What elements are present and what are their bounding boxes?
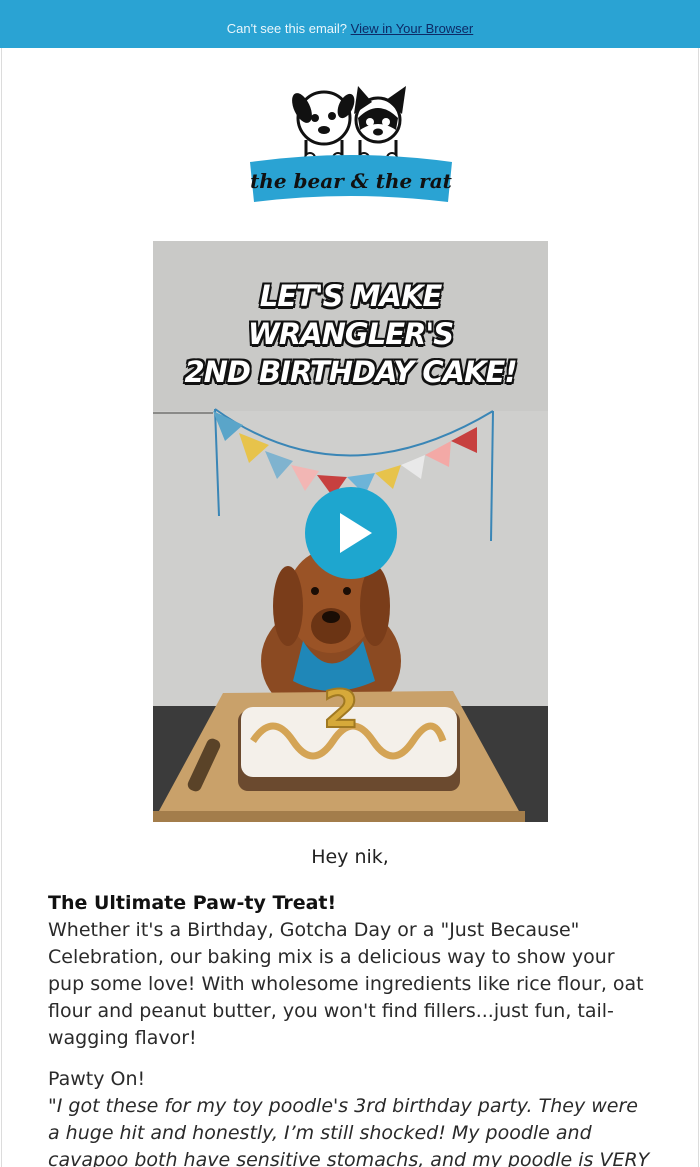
body-paragraph: Whether it's a Birthday, Gotcha Day or a… (48, 919, 644, 1049)
view-online-prompt: Can't see this email? (226, 21, 348, 36)
email-body: The Ultimate Paw-ty Treat! Whether it's … (48, 890, 652, 1167)
video-thumbnail[interactable]: 2 LET'S MAKE WRANGLER'S 2ND BIRTHDAY CAK… (153, 241, 548, 822)
brand-wordmark: the bear & the rat (250, 169, 453, 193)
brand-logo[interactable]: the bear & the rat (246, 78, 456, 208)
video-title: LET'S MAKE WRANGLER'S 2ND BIRTHDAY CAKE! (153, 277, 548, 391)
number-two-candle: 2 (323, 680, 359, 740)
bear-and-rat-logo-graphic: the bear & the rat (250, 86, 453, 202)
play-icon (340, 513, 372, 553)
bear-dog-icon (292, 90, 355, 164)
greeting: Hey nik, (311, 846, 389, 868)
play-button[interactable] (305, 487, 397, 579)
top-banner: Can't see this email? View in Your Brows… (0, 0, 700, 48)
rat-dog-icon (354, 86, 406, 164)
signoff: Pawty On! (48, 1068, 146, 1090)
view-in-browser-link[interactable]: View in Your Browser (351, 21, 474, 36)
video-title-line-2: 2ND BIRTHDAY CAKE! (184, 355, 517, 389)
video-title-line-1: LET'S MAKE WRANGLER'S (247, 279, 454, 351)
body-headline: The Ultimate Paw-ty Treat! (48, 892, 337, 914)
customer-quote: "I got these for my toy poodle's 3rd bir… (48, 1095, 650, 1167)
